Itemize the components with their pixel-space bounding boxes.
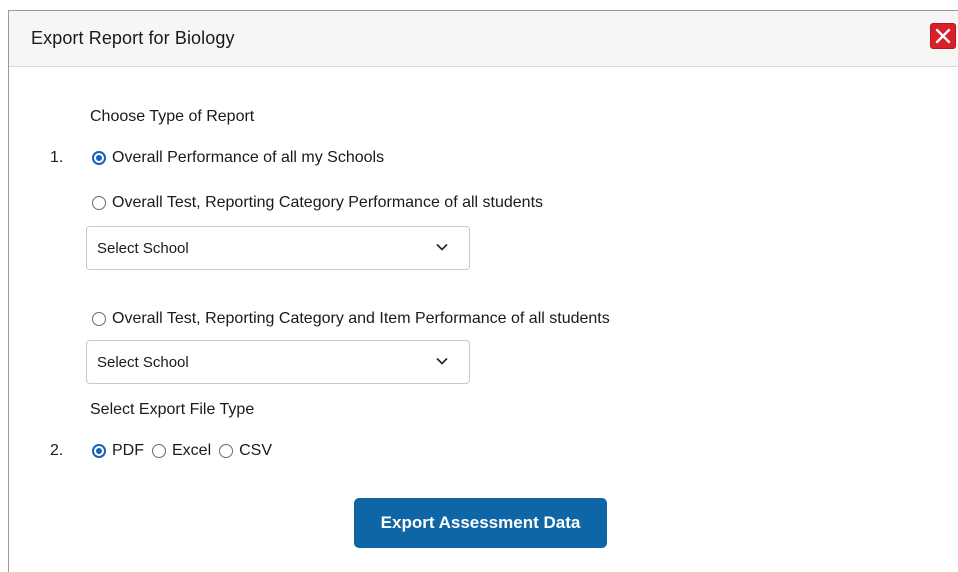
close-button[interactable] xyxy=(930,23,956,49)
file-type-csv[interactable]: CSV xyxy=(219,442,272,460)
export-report-dialog: Export Report for Biology xyxy=(8,10,958,572)
chevron-down-icon xyxy=(436,357,448,365)
close-x-icon xyxy=(935,28,951,44)
select-value: Select School xyxy=(97,240,189,257)
radio-label: Overall Test, Reporting Category and Ite… xyxy=(112,310,610,327)
radio-option-overall-schools[interactable]: Overall Performance of all my Schools xyxy=(92,149,384,167)
radio-label: Overall Performance of all my Schools xyxy=(112,149,385,166)
school-select-1[interactable]: Select School xyxy=(86,226,470,270)
radio-label: CSV xyxy=(239,442,273,459)
radio-button-checked[interactable] xyxy=(92,151,106,165)
file-type-pdf[interactable]: PDF xyxy=(92,442,144,460)
dialog-title: Export Report for Biology xyxy=(31,28,235,48)
radio-button[interactable] xyxy=(92,196,106,210)
file-type-heading: Select Export File Type xyxy=(90,401,255,418)
dialog-header: Export Report for Biology xyxy=(9,11,958,67)
radio-label: PDF xyxy=(112,442,144,459)
radio-option-item-performance[interactable]: Overall Test, Reporting Category and Ite… xyxy=(92,310,610,328)
radio-button-checked[interactable] xyxy=(92,444,106,458)
report-type-heading: Choose Type of Report xyxy=(90,108,255,125)
radio-button[interactable] xyxy=(219,444,234,458)
radio-label: Excel xyxy=(172,442,212,459)
file-type-excel[interactable]: Excel xyxy=(152,442,211,460)
export-assessment-data-button[interactable]: Export Assessment Data xyxy=(354,498,607,548)
school-select-2[interactable]: Select School xyxy=(86,340,470,384)
step-number-1: 1. xyxy=(50,149,64,166)
file-type-options: PDF Excel CSV xyxy=(92,442,280,460)
radio-label: Overall Test, Reporting Category Perform… xyxy=(112,194,544,211)
select-value: Select School xyxy=(97,354,189,371)
chevron-down-icon xyxy=(436,243,448,251)
step-number-2: 2. xyxy=(50,442,64,459)
radio-button[interactable] xyxy=(152,444,166,458)
radio-option-reporting-category[interactable]: Overall Test, Reporting Category Perform… xyxy=(92,194,543,212)
radio-button[interactable] xyxy=(92,312,106,326)
